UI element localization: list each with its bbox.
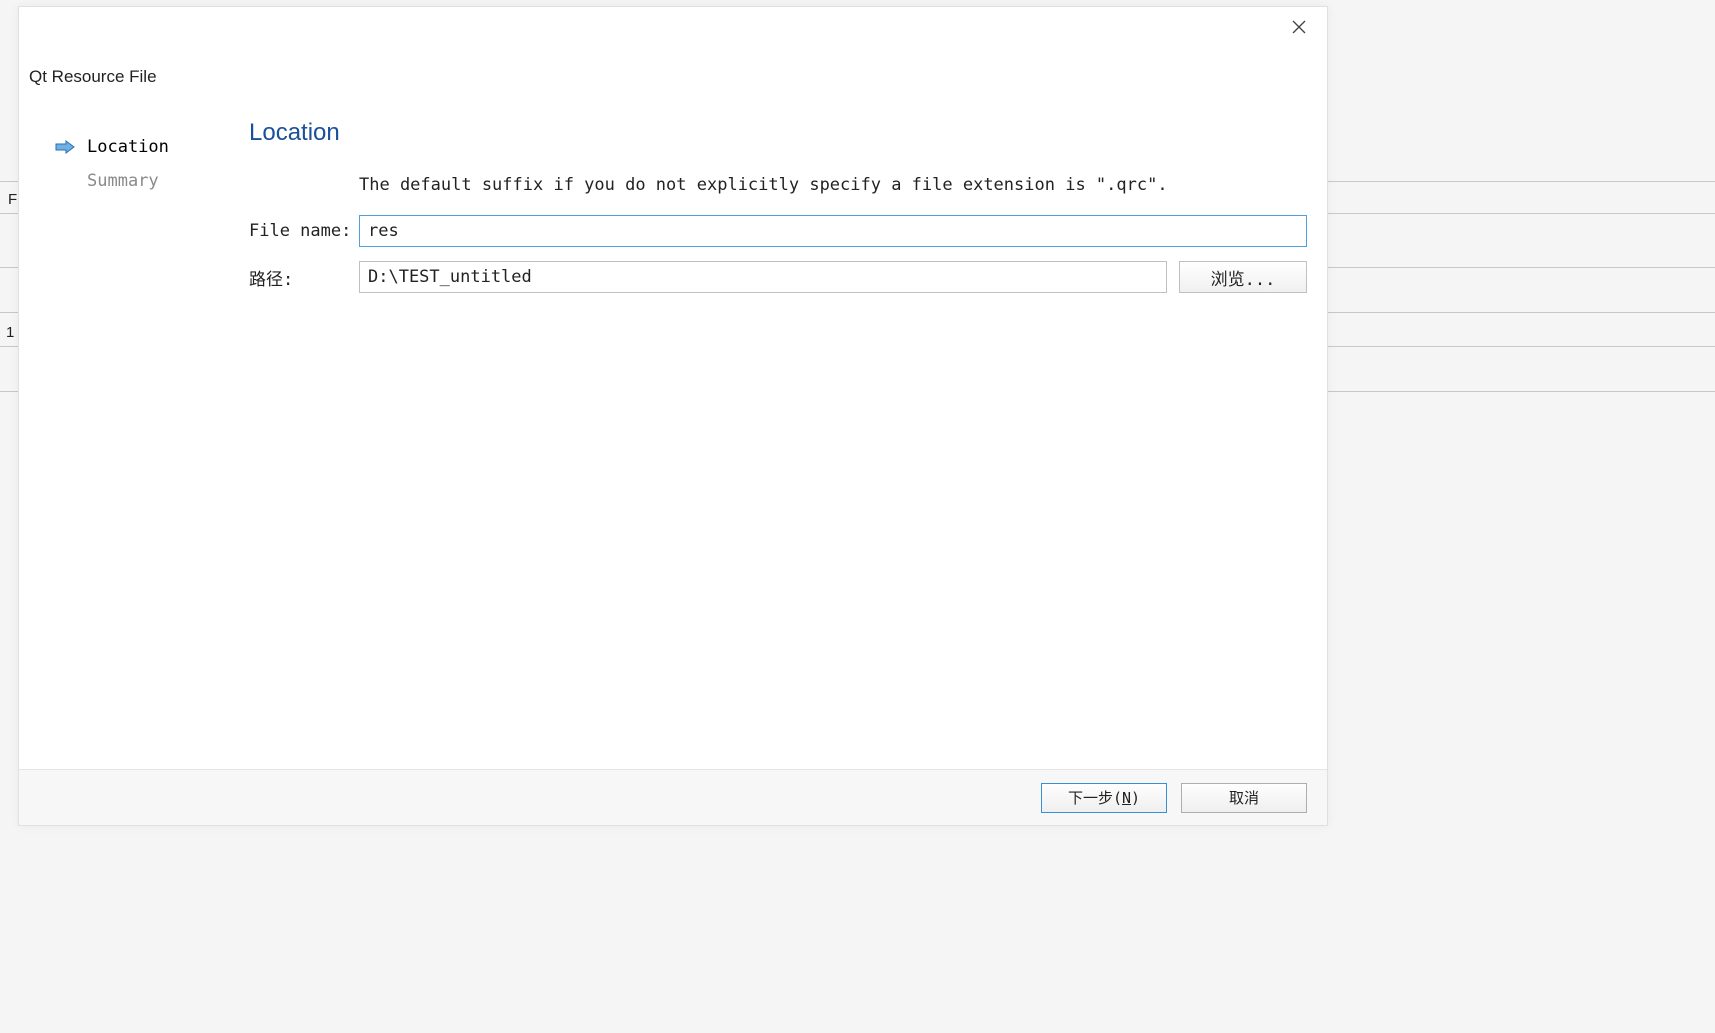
sidebar-item-location[interactable]: Location [55,137,249,157]
section-title: Location [249,119,1307,147]
wizard-sidebar: Location Summary [19,119,249,769]
path-label: 路径: [249,265,359,290]
sidebar-item-summary[interactable]: Summary [55,171,249,191]
filename-label: File name: [249,221,359,241]
close-icon [1292,20,1306,34]
next-label-prefix: 下一步( [1068,789,1122,807]
close-button[interactable] [1289,17,1309,37]
sidebar-item-label: Location [87,137,169,157]
sidebar-item-label: Summary [87,171,159,191]
dialog-body: Location Summary Location The default su… [19,87,1327,769]
path-row: 路径: 浏览... [249,261,1307,293]
arrow-right-icon [55,140,75,154]
dialog-footer: 下一步(N) 取消 [19,769,1327,825]
dialog-header [19,7,1327,47]
qt-wizard-dialog: Qt Resource File Location Summary Locati… [18,6,1328,826]
browse-button[interactable]: 浏览... [1179,261,1307,293]
next-label-key: N [1122,789,1131,807]
filename-row: File name: [249,215,1307,247]
filename-input[interactable] [359,215,1307,247]
description-text: The default suffix if you do not explici… [359,175,1307,195]
next-button[interactable]: 下一步(N) [1041,783,1167,813]
bg-letter: F [8,191,17,208]
cancel-button[interactable]: 取消 [1181,783,1307,813]
dialog-title: Qt Resource File [19,47,1327,87]
bg-row-number: 1 [6,324,14,341]
next-label-suffix: ) [1131,789,1140,807]
path-input[interactable] [359,261,1167,293]
main-content: Location The default suffix if you do no… [249,119,1327,769]
